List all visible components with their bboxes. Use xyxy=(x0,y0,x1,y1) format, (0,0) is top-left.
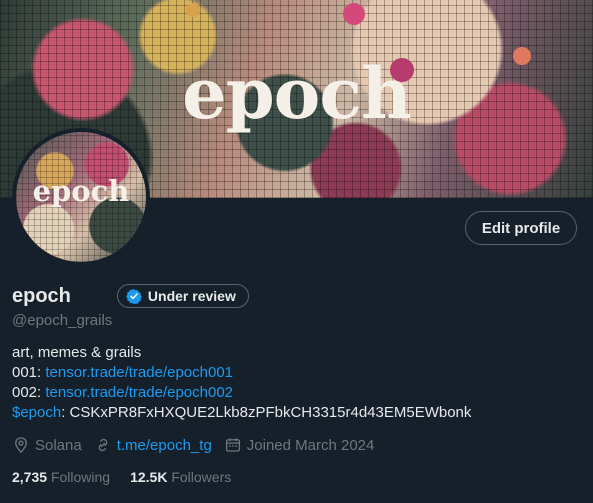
following-count-link[interactable]: 2,735 Following xyxy=(12,469,110,485)
location-text: Solana xyxy=(35,436,82,454)
verification-status-badge[interactable]: Under review xyxy=(116,284,249,308)
avatar[interactable]: epoch xyxy=(12,128,150,266)
location-pin-icon xyxy=(12,436,30,454)
bio-link-epoch001[interactable]: tensor.trade/trade/epoch001 xyxy=(45,364,233,381)
banner-dot-decoration xyxy=(186,3,200,17)
website-item: t.me/epoch_tg xyxy=(94,436,212,454)
bio-link-epoch002[interactable]: tensor.trade/trade/epoch002 xyxy=(45,384,233,401)
calendar-icon xyxy=(224,436,242,454)
bio-prefix: 001: xyxy=(12,364,46,381)
user-handle: @epoch_grails xyxy=(12,312,113,329)
location-item: Solana xyxy=(12,436,82,454)
avatar-title: epoch xyxy=(32,174,130,208)
followers-count-link[interactable]: 12.5K Followers xyxy=(130,469,231,485)
bio-line: $epoch: CSKxPR8FxHXQUE2Lkb8zPFbkCH3315r4… xyxy=(12,403,471,423)
edit-profile-button[interactable]: Edit profile xyxy=(465,211,577,245)
bio-prefix: 002: xyxy=(12,384,46,401)
display-name: epoch xyxy=(12,284,71,307)
contract-address: : CSKxPR8FxHXQUE2Lkb8zPFbkCH3315r4d43EM5… xyxy=(61,404,472,421)
cashtag-link[interactable]: $epoch xyxy=(12,404,61,421)
name-row: epoch Under review xyxy=(12,284,249,308)
following-label: Following xyxy=(50,469,111,485)
link-icon xyxy=(94,436,112,454)
banner-dot-decoration xyxy=(343,3,365,25)
joined-item: Joined March 2024 xyxy=(224,436,375,454)
bio-line: art, memes & grails xyxy=(12,344,142,361)
bio: art, memes & grails 001: tensor.trade/tr… xyxy=(12,343,471,423)
profile-meta: Solana t.me/epoch_tg Joined March 2024 xyxy=(12,436,386,454)
followers-value: 12.5K xyxy=(130,469,168,485)
banner-title: epoch xyxy=(182,52,412,135)
followers-label: Followers xyxy=(171,469,232,485)
joined-text: Joined March 2024 xyxy=(246,436,375,454)
following-value: 2,735 xyxy=(12,469,48,485)
bio-line: 002: tensor.trade/trade/epoch002 xyxy=(12,383,471,403)
badge-label: Under review xyxy=(147,288,236,304)
verified-badge-icon xyxy=(125,288,142,304)
follow-counts: 2,735 Following 12.5K Followers xyxy=(12,469,251,485)
website-link[interactable]: t.me/epoch_tg xyxy=(117,437,212,454)
bio-line: 001: tensor.trade/trade/epoch001 xyxy=(12,363,471,383)
